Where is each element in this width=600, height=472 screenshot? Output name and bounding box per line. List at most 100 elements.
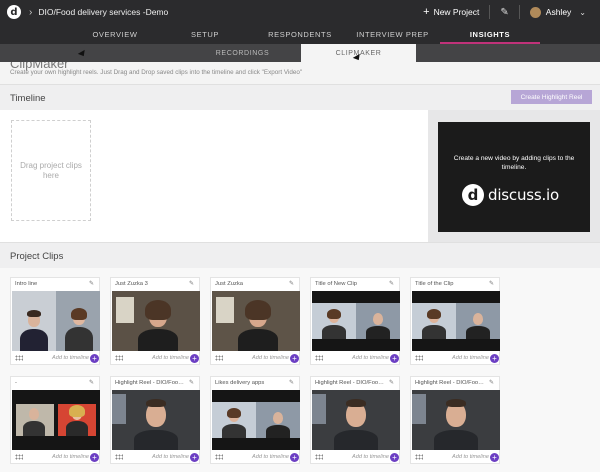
clip-thumbnail[interactable] [212,390,300,450]
tab-overview[interactable]: OVERVIEW [80,24,150,44]
plus-icon: + [423,5,430,18]
magic-wand-icon[interactable]: ✎ [500,5,520,19]
drag-handle-icon[interactable] [15,355,23,361]
new-project-label: New Project [433,7,480,17]
drag-handle-icon[interactable] [115,454,123,460]
discuss-logo-icon[interactable]: d [7,5,21,19]
project-clips-title: Project Clips [10,251,64,262]
timeline-body: Drag project clips here Create a new vid… [0,110,600,242]
pencil-icon[interactable]: ✎ [489,379,494,386]
preview-message: Create a new video by adding clips to th… [453,155,575,171]
tab-setup[interactable]: SETUP [175,24,235,44]
new-project-button[interactable]: + New Project [423,5,491,19]
drag-handle-icon[interactable] [415,355,423,361]
clip-card[interactable]: Likes delivery apps ✎ Add to timeline + [210,376,300,464]
pencil-icon[interactable]: ✎ [489,280,494,287]
clip-name: Highlight Reel - DIO/Food delivery [415,380,485,386]
clip-card[interactable]: Title of the Clip ✎ Add to timeline + [410,277,500,365]
top-bar: d › DIO/Food delivery services -Demo + N… [0,0,600,24]
pencil-icon[interactable]: ✎ [89,280,94,287]
pencil-icon[interactable]: ✎ [189,379,194,386]
chevron-right-icon: › [29,6,33,18]
clip-footer: Add to timeline + [211,352,301,366]
pencil-icon[interactable]: ✎ [389,280,394,287]
clip-card[interactable]: Intro line ✎ Add to timeline + [10,277,100,365]
chevron-down-icon[interactable]: ⌄ [579,8,586,17]
add-to-timeline-label[interactable]: Add to timeline [452,355,489,361]
drag-handle-icon[interactable] [315,355,323,361]
clip-name: Likes delivery apps [215,380,265,386]
clip-card[interactable]: Just Zuzka ✎ Add to timeline + [210,277,300,365]
add-to-timeline-icon[interactable]: + [490,453,499,462]
clip-card[interactable]: Highlight Reel - DIO/Food delivery ✎ Add… [310,376,400,464]
pencil-icon[interactable]: ✎ [389,379,394,386]
add-to-timeline-icon[interactable]: + [390,354,399,363]
clip-footer: Add to timeline + [11,352,101,366]
add-to-timeline-icon[interactable]: + [190,453,199,462]
clip-thumbnail[interactable] [412,390,500,450]
clip-card[interactable]: - ✎ Add to timeline + [10,376,100,464]
clip-name: Highlight Reel - DIO/Food delivery [315,380,385,386]
drag-handle-icon[interactable] [115,355,123,361]
add-to-timeline-label[interactable]: Add to timeline [252,454,289,460]
clip-footer: Add to timeline + [111,352,201,366]
clip-name: Just Zuzka [215,281,244,287]
add-to-timeline-icon[interactable]: + [90,453,99,462]
drag-handle-icon[interactable] [315,454,323,460]
tab-interview-prep[interactable]: INTERVIEW PREP [350,24,435,44]
clip-thumbnail[interactable] [12,390,100,450]
add-to-timeline-icon[interactable]: + [290,453,299,462]
add-to-timeline-icon[interactable]: + [490,354,499,363]
add-to-timeline-label[interactable]: Add to timeline [152,454,189,460]
drag-handle-icon[interactable] [215,355,223,361]
clip-card[interactable]: Just Zuzka 3 ✎ Add to timeline + [110,277,200,365]
add-to-timeline-icon[interactable]: + [290,354,299,363]
tab-recordings[interactable]: RECORDINGS [200,44,285,62]
clip-card[interactable]: Highlight Reel - DIO/Food delivery ✎ Add… [410,376,500,464]
tab-insights[interactable]: INSIGHTS [450,24,530,44]
pencil-icon[interactable]: ✎ [189,280,194,287]
clip-card[interactable]: Highlight Reel - DIO/Food delivery ✎ Add… [110,376,200,464]
clip-thumbnail[interactable] [112,390,200,450]
create-highlight-reel-button[interactable]: Create Highlight Reel [511,90,592,104]
preview-logo-text: discuss.io [488,186,560,204]
add-to-timeline-label[interactable]: Add to timeline [352,355,389,361]
drag-handle-icon[interactable] [15,454,23,460]
pencil-icon[interactable]: ✎ [289,280,294,287]
drag-handle-icon[interactable] [415,454,423,460]
pencil-icon[interactable]: ✎ [89,379,94,386]
drag-handle-icon[interactable] [215,454,223,460]
add-to-timeline-icon[interactable]: + [90,354,99,363]
add-to-timeline-label[interactable]: Add to timeline [352,454,389,460]
clip-footer: Add to timeline + [111,451,201,465]
add-to-timeline-label[interactable]: Add to timeline [52,355,89,361]
add-to-timeline-label[interactable]: Add to timeline [452,454,489,460]
clip-thumbnail[interactable] [212,291,300,351]
project-clips-grid: Intro line ✎ Add to timeline + Just Zuzk… [0,268,600,472]
clip-name: Intro line [15,281,38,287]
add-to-timeline-label[interactable]: Add to timeline [152,355,189,361]
user-name[interactable]: Ashley [546,7,572,17]
clip-thumbnail[interactable] [112,291,200,351]
clip-thumbnail[interactable] [312,390,400,450]
avatar[interactable] [529,6,541,18]
add-to-timeline-label[interactable]: Add to timeline [252,355,289,361]
project-title[interactable]: DIO/Food delivery services -Demo [38,7,168,17]
add-to-timeline-label[interactable]: Add to timeline [52,454,89,460]
add-to-timeline-icon[interactable]: + [190,354,199,363]
clip-card[interactable]: Title of New Clip ✎ Add to timeline + [310,277,400,365]
discuss-logo-icon: d [462,184,484,206]
clip-footer: Add to timeline + [311,352,401,366]
clip-footer: Add to timeline + [11,451,101,465]
clip-thumbnail[interactable] [312,291,400,351]
clip-thumbnail[interactable] [412,291,500,351]
timeline-dropzone[interactable]: Drag project clips here [11,120,91,221]
clip-thumbnail[interactable] [12,291,100,351]
preview-video[interactable]: Create a new video by adding clips to th… [438,122,590,232]
add-to-timeline-icon[interactable]: + [390,453,399,462]
clip-name: Just Zuzka 3 [115,281,148,287]
pencil-icon[interactable]: ✎ [289,379,294,386]
timeline-title: Timeline [10,93,46,104]
clip-name: Highlight Reel - DIO/Food delivery [115,380,185,386]
tab-respondents[interactable]: RESPONDENTS [260,24,340,44]
